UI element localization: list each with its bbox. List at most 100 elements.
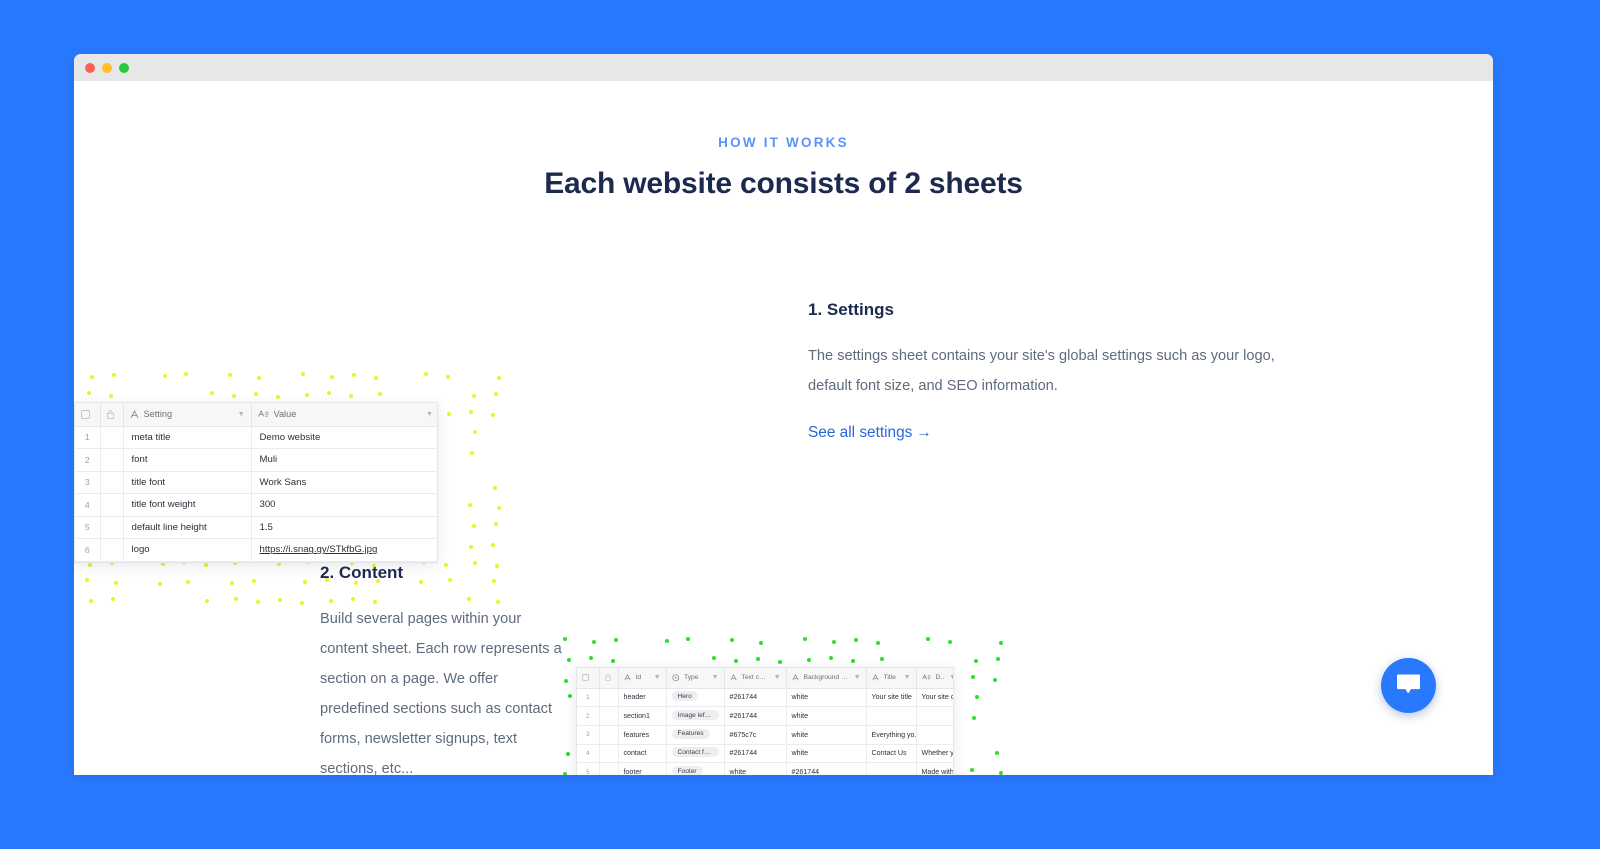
row-number: 4 <box>577 744 600 764</box>
row-expand-cell[interactable] <box>100 493 124 517</box>
cell-type[interactable]: Features <box>666 725 725 745</box>
chevron-down-icon[interactable]: ▼ <box>949 674 953 681</box>
decorative-dot <box>568 694 572 699</box>
cell-id[interactable]: section1 <box>618 706 667 726</box>
row-expand-cell[interactable] <box>599 725 619 745</box>
cell-title[interactable] <box>866 706 917 726</box>
cell-text-color[interactable]: #261744 <box>724 744 787 764</box>
column-header-description[interactable]: Descrip... ▼ <box>916 668 953 689</box>
cell-type[interactable]: Image left, t... <box>666 706 725 726</box>
cell-type[interactable]: Hero <box>666 688 725 708</box>
column-header-value[interactable]: Value ▼ <box>251 403 437 427</box>
cell-background-color[interactable]: white <box>786 706 867 726</box>
table-row[interactable]: 5 default line height 1.5 <box>75 516 437 539</box>
row-expand-cell[interactable] <box>100 516 124 539</box>
table-row[interactable]: 4 title font weight 300 <box>75 493 437 517</box>
cell-setting[interactable]: default line height <box>123 516 252 539</box>
cell-value[interactable]: 300 <box>251 493 437 517</box>
cell-text-color[interactable]: white <box>724 762 787 775</box>
cell-background-color[interactable]: white <box>786 688 867 708</box>
cell-description[interactable] <box>916 706 953 726</box>
type-badge: Features <box>671 728 710 739</box>
table-row[interactable]: 1 meta title Demo website <box>75 426 437 449</box>
cell-setting[interactable]: title font <box>123 471 252 494</box>
row-expand-cell[interactable] <box>100 448 124 472</box>
column-header-id[interactable]: Id ▼ <box>618 668 667 689</box>
close-window-button[interactable] <box>85 62 95 73</box>
decorative-dot <box>712 655 717 660</box>
cell-description[interactable]: Your site desc... <box>916 688 953 708</box>
cell-title[interactable] <box>866 762 917 775</box>
row-expand-cell[interactable] <box>100 471 124 494</box>
cell-text-color[interactable]: #675c7c <box>724 725 787 745</box>
chevron-down-icon[interactable]: ▼ <box>654 674 661 681</box>
cell-type[interactable]: Footer <box>666 762 725 775</box>
cell-id[interactable]: contact <box>618 744 667 764</box>
cell-setting[interactable]: title font weight <box>123 493 252 517</box>
cell-value[interactable]: 1.5 <box>251 516 437 539</box>
cell-description[interactable] <box>916 725 953 745</box>
chevron-down-icon[interactable]: ▼ <box>774 674 781 681</box>
minimize-window-button[interactable] <box>102 62 112 73</box>
cell-text-color[interactable]: #261744 <box>724 706 787 726</box>
column-header-type[interactable]: Type ▼ <box>666 668 725 689</box>
cell-title[interactable]: Everything yo... <box>866 725 917 745</box>
cell-setting[interactable]: font <box>123 448 252 472</box>
table-row[interactable]: 3 features Features #675c7c white Everything … <box>577 725 953 745</box>
decorative-dot <box>497 506 501 511</box>
maximize-window-button[interactable] <box>119 62 129 73</box>
cell-title[interactable]: Contact Us <box>866 744 917 764</box>
chevron-down-icon[interactable]: ▼ <box>238 411 245 418</box>
cell-value[interactable]: Muli <box>251 448 437 472</box>
row-number: 1 <box>75 426 101 449</box>
decorative-dot <box>999 641 1003 645</box>
row-expand-cell[interactable] <box>599 706 619 726</box>
cell-id[interactable]: footer <box>618 762 667 775</box>
cell-setting[interactable]: meta title <box>123 426 252 449</box>
cell-value[interactable]: Demo website <box>251 426 437 449</box>
chevron-down-icon[interactable]: ▼ <box>426 411 433 418</box>
chevron-down-icon[interactable]: ▼ <box>904 674 911 681</box>
settings-spreadsheet[interactable]: Setting ▼ Value ▼ 1 meta title Demo webs… <box>74 402 438 563</box>
row-expand-cell[interactable] <box>599 744 619 764</box>
table-row[interactable]: 3 title font Work Sans <box>75 471 437 494</box>
table-row[interactable]: 2 section1 Image left, t... #261744 white <box>577 706 953 726</box>
column-header-select[interactable] <box>75 403 101 427</box>
decorative-dot <box>974 658 979 663</box>
cell-type[interactable]: Contact form <box>666 744 725 764</box>
cell-description[interactable]: Whether you ... <box>916 744 953 764</box>
see-all-settings-link[interactable]: See all settings → <box>808 424 932 442</box>
row-expand-cell[interactable] <box>100 426 124 449</box>
cell-description[interactable]: Made with ... <box>916 762 953 775</box>
cell-title[interactable]: Your site title <box>866 688 917 708</box>
checkbox-icon[interactable] <box>81 409 90 419</box>
chevron-down-icon[interactable]: ▼ <box>712 674 719 681</box>
settings-text-block: 1. Settings The settings sheet contains … <box>808 292 1288 542</box>
chevron-down-icon[interactable]: ▼ <box>854 674 861 681</box>
column-header-title[interactable]: Title ▼ <box>866 668 917 689</box>
table-row[interactable]: 5 footer Footer white#261744 Made with ... <box>577 762 953 775</box>
column-header-select[interactable] <box>577 668 600 689</box>
row-expand-cell[interactable] <box>599 762 619 775</box>
table-row[interactable]: 2 font Muli <box>75 448 437 472</box>
table-row[interactable]: 1 header Hero #261744 white Your site title Yo… <box>577 688 953 708</box>
column-header-background-color[interactable]: Background color ▼ <box>786 668 867 689</box>
content-spreadsheet[interactable]: Id ▼ Type ▼ Text color ▼ Background co ▼… <box>576 667 954 775</box>
cell-background-color[interactable]: white <box>786 744 867 764</box>
cell-value[interactable]: Work Sans <box>251 471 437 494</box>
cell-text-color[interactable]: #261744 <box>724 688 787 708</box>
cell-background-color[interactable]: white <box>786 725 867 745</box>
cell-id[interactable]: header <box>618 688 667 708</box>
column-header-text-color[interactable]: Text color ▼ <box>724 668 787 689</box>
column-header-lock <box>100 403 124 427</box>
value-link[interactable]: https://i.snag.gy/STkfbG.jpg <box>260 544 378 555</box>
checkbox-icon[interactable] <box>582 674 589 682</box>
cell-background-color[interactable]: #261744 <box>786 762 867 775</box>
column-header-setting[interactable]: Setting ▼ <box>123 403 252 427</box>
chat-widget-button[interactable] <box>1381 658 1436 713</box>
row-expand-cell[interactable] <box>599 688 619 708</box>
cell-id[interactable]: features <box>618 725 667 745</box>
decorative-dot <box>686 637 691 641</box>
table-row[interactable]: 4 contact Contact form #261744 white Contact … <box>577 744 953 764</box>
row-number: 5 <box>75 516 101 539</box>
